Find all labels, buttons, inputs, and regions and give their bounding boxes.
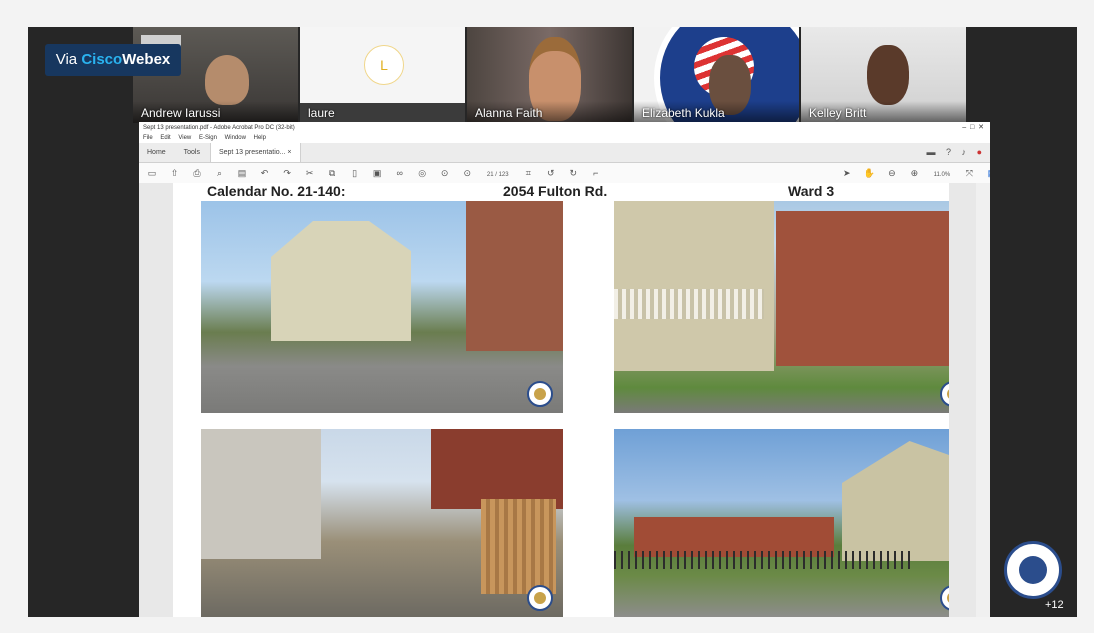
upload-icon[interactable]: ⇧ bbox=[168, 163, 182, 183]
hand-icon[interactable]: ✋ bbox=[862, 163, 876, 183]
bell-icon[interactable]: ♪ bbox=[962, 147, 967, 157]
menu-window[interactable]: Window bbox=[225, 135, 246, 141]
print-icon[interactable]: ⎙ bbox=[190, 163, 204, 183]
page-view-icon[interactable]: ▦ bbox=[985, 163, 990, 183]
crop-icon[interactable]: ⌐ bbox=[589, 163, 603, 183]
participant-face bbox=[867, 45, 909, 105]
porch-house bbox=[614, 201, 774, 371]
photo-street bbox=[614, 429, 949, 617]
select-icon[interactable]: ⌗ bbox=[521, 163, 535, 183]
address: 2054 Fulton Rd. bbox=[503, 183, 608, 199]
vertical-scrollbar[interactable] bbox=[976, 183, 990, 617]
zoom-level[interactable]: 11.0% bbox=[930, 165, 954, 183]
window-controls[interactable]: – □ ✕ bbox=[962, 122, 984, 134]
prev-page-icon[interactable]: ⊙ bbox=[438, 163, 452, 183]
iron-fence bbox=[614, 551, 914, 569]
rotate-right-icon[interactable]: ↻ bbox=[566, 163, 580, 183]
participant-name: Andrew Iarussi bbox=[141, 106, 221, 120]
seal-icon bbox=[527, 381, 553, 407]
document-viewer: Calendar No. 21-140: 2054 Fulton Rd. War… bbox=[139, 183, 990, 617]
house-facade bbox=[842, 441, 949, 561]
search-icon[interactable]: ⌕ bbox=[213, 163, 227, 183]
seal-icon bbox=[527, 585, 553, 611]
menu-help[interactable]: Help bbox=[254, 135, 266, 141]
window-title: Sept 13 presentation.pdf - Adobe Acrobat… bbox=[143, 125, 295, 131]
undo-icon[interactable]: ↶ bbox=[258, 163, 272, 183]
cursor-icon[interactable]: ➤ bbox=[840, 163, 854, 183]
seal-icon bbox=[940, 381, 949, 407]
page-indicator[interactable]: 21 / 123 bbox=[483, 165, 513, 183]
avatar[interactable]: ● bbox=[977, 147, 982, 157]
zoom-out-icon[interactable]: ⊖ bbox=[885, 163, 899, 183]
pdf-page: Calendar No. 21-140: 2054 Fulton Rd. War… bbox=[173, 183, 949, 617]
copy-icon[interactable]: ⧉ bbox=[325, 163, 339, 183]
menu-file[interactable]: File bbox=[143, 135, 153, 141]
photo-yard bbox=[201, 429, 563, 617]
shared-screen-acrobat: Sept 13 presentation.pdf - Adobe Acrobat… bbox=[139, 122, 990, 617]
trash-icon[interactable]: ▯ bbox=[348, 163, 362, 183]
participant-tile-laure[interactable]: L laure bbox=[300, 27, 465, 123]
calendar-number: Calendar No. 21-140: bbox=[207, 183, 346, 199]
comment-icon[interactable]: ▬ bbox=[927, 147, 936, 157]
wooden-fence bbox=[481, 499, 556, 594]
tab-home[interactable]: Home bbox=[139, 143, 174, 162]
tab-document[interactable]: Sept 13 presentatio... × bbox=[209, 143, 301, 162]
menu-bar: File Edit View E-Sign Window Help bbox=[139, 134, 990, 143]
stamp-icon[interactable]: ▣ bbox=[370, 163, 384, 183]
webex-brand: Cisco bbox=[81, 51, 123, 68]
participant-face bbox=[205, 55, 249, 105]
window-titlebar: Sept 13 presentation.pdf - Adobe Acrobat… bbox=[139, 122, 990, 134]
circle-icon[interactable]: ◎ bbox=[415, 163, 429, 183]
more-participants-count[interactable]: +12 bbox=[1045, 599, 1064, 611]
participant-tile-kelley[interactable]: Kelley Britt bbox=[801, 27, 966, 123]
rotate-left-icon[interactable]: ↺ bbox=[544, 163, 558, 183]
participant-tile-elizabeth[interactable]: Elizabeth Kukla bbox=[634, 27, 799, 123]
tab-bar: Home Tools Sept 13 presentatio... × ▬ ? … bbox=[139, 143, 990, 163]
participant-name: Elizabeth Kukla bbox=[642, 106, 725, 120]
participant-name: laure bbox=[308, 106, 335, 120]
fit-icon[interactable]: ⤧ bbox=[962, 163, 976, 183]
house-facade bbox=[271, 221, 411, 341]
next-page-icon[interactable]: ⊙ bbox=[460, 163, 474, 183]
photo-house-front bbox=[201, 201, 563, 413]
acrobat-toolbar: ▭ ⇧ ⎙ ⌕ ▤ ↶ ↷ ✂ ⧉ ▯ ▣ ∞ ◎ ⊙ ⊙ 21 / 123 ⌗… bbox=[139, 163, 990, 184]
video-stage: Andrew Iarussi L laure Alanna Faith Eliz… bbox=[28, 27, 1077, 617]
redo-icon[interactable]: ↷ bbox=[280, 163, 294, 183]
city-planning-logo bbox=[1004, 541, 1062, 599]
ward: Ward 3 bbox=[788, 183, 835, 199]
menu-esign[interactable]: E-Sign bbox=[199, 135, 217, 141]
tab-bar-icons: ▬ ? ♪ ● bbox=[919, 143, 983, 162]
participant-name: Kelley Britt bbox=[809, 106, 867, 120]
zoom-in-icon[interactable]: ⊕ bbox=[907, 163, 921, 183]
webex-prefix: Via bbox=[55, 51, 82, 68]
cut-icon[interactable]: ✂ bbox=[303, 163, 317, 183]
photo-porch bbox=[614, 201, 949, 413]
help-icon[interactable]: ? bbox=[946, 147, 951, 157]
tab-tools[interactable]: Tools bbox=[176, 143, 208, 162]
side-building bbox=[201, 429, 321, 559]
binoculars-icon[interactable]: ∞ bbox=[393, 163, 407, 183]
webex-badge: Via CiscoWebex bbox=[45, 44, 181, 76]
avatar: L bbox=[364, 45, 404, 85]
participant-name: Alanna Faith bbox=[475, 106, 543, 120]
menu-view[interactable]: View bbox=[178, 135, 191, 141]
seal-icon bbox=[940, 585, 949, 611]
brick-building bbox=[466, 201, 563, 351]
brick-building bbox=[431, 429, 563, 509]
webex-brand2: Webex bbox=[122, 51, 171, 68]
menu-edit[interactable]: Edit bbox=[160, 135, 170, 141]
find-icon[interactable]: ▤ bbox=[235, 163, 249, 183]
porch-railing bbox=[614, 289, 764, 319]
participant-tile-alanna[interactable]: Alanna Faith bbox=[467, 27, 632, 123]
save-icon[interactable]: ▭ bbox=[145, 163, 159, 183]
brick-building bbox=[776, 211, 949, 366]
